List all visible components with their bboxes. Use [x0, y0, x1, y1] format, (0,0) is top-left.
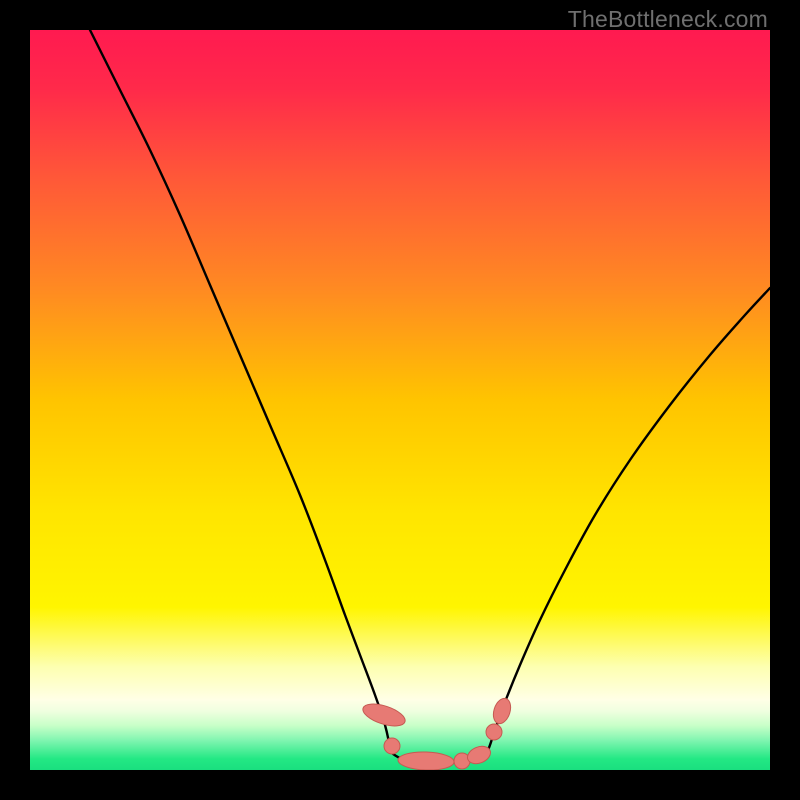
data-marker: [398, 751, 455, 770]
data-marker: [490, 696, 513, 726]
plot-area: [30, 30, 770, 770]
chart-curves: [30, 30, 770, 770]
bottleneck-curve: [90, 30, 770, 762]
outer-frame: TheBottleneck.com: [0, 0, 800, 800]
data-marker: [486, 724, 502, 740]
data-marker: [384, 738, 400, 754]
watermark-text: TheBottleneck.com: [568, 6, 768, 33]
